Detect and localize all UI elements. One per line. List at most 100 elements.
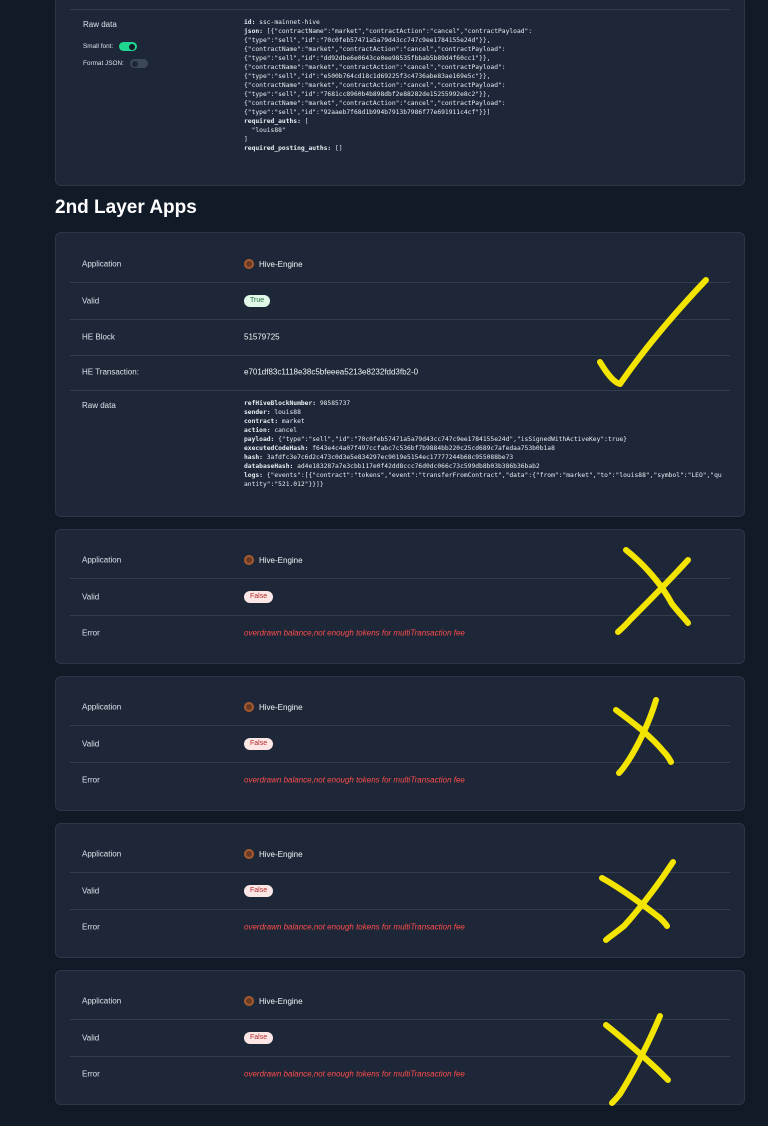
code-line: logs: {"events":[{"contract":"tokens","e… [244,471,722,480]
code-value: 98585737 [316,400,351,407]
application-value[interactable]: Hive-Engine [244,259,303,269]
error-message: overdrawn balance,not enough tokens for … [244,775,465,785]
valid-row: Valid True [70,283,730,320]
code-value: ad4e183287a7e3cbb117e0f42dd8ccc76d0dc066… [293,463,540,470]
code-key: payload: [244,436,275,443]
section-title: 2nd Layer Apps [55,197,197,218]
application-name: Hive-Engine [259,555,303,565]
valid-value: True [244,295,271,307]
valid-value: False [244,591,274,603]
layer2-app-card-valid: Application Hive-Engine Valid True HE Bl… [55,232,745,517]
code-line: antity":"521.012"}}]} [244,480,722,489]
code-value: [] [331,145,343,152]
he-block-label: HE Block [82,332,115,342]
hive-engine-logo-icon [244,259,254,269]
code-value: ] [244,136,248,143]
application-label: Application [82,849,122,859]
format-json-toggle[interactable] [129,59,148,68]
application-value[interactable]: Hive-Engine [244,996,303,1006]
code-value: {"contractName":"market","contractAction… [244,100,506,107]
he-transaction-row: HE Transaction: e701df83c1118e38c5bfeeea… [70,354,730,391]
small-font-label: Small font: [83,43,114,50]
he-block-row: HE Block 51579725 [70,319,730,356]
code-value: "louis88" [244,127,286,134]
hive-engine-logo-icon [244,849,254,859]
main-raw-data-label: Raw data [82,401,116,410]
code-key: refHiveBlockNumber: [244,400,317,407]
code-key: hash: [244,454,263,461]
code-value: {"type":"sell","id":"7681cc8960b4b898dbf… [244,91,491,98]
code-value: {"type":"sell","id":"e500b764cd18c1d6922… [244,73,491,80]
code-key: required_auths: [244,118,301,125]
error-row: Error overdrawn balance,not enough token… [70,762,730,798]
valid-row: Valid False [70,579,730,616]
error-label: Error [82,922,100,932]
error-label: Error [82,628,100,638]
error-label: Error [82,1069,100,1079]
error-message: overdrawn balance,not enough tokens for … [244,628,465,638]
code-key: logs: [244,472,263,479]
code-line: {"type":"sell","id":"92aaeb7f68d1b994b79… [244,108,532,117]
he-transaction-label: HE Transaction: [82,367,139,377]
layer2-app-card-failed: Application Hive-Engine Valid False Erro… [55,676,745,811]
code-value: [{"contractName":"market","contractActio… [262,28,533,35]
code-line: payload: {"type":"sell","id":"70c0feb574… [244,435,722,444]
hive-engine-logo-icon [244,555,254,565]
application-row: Application Hive-Engine [70,983,730,1020]
code-key: required_posting_auths: [244,145,332,152]
code-line: id: ssc-mainnet-hive [244,18,532,27]
code-value: {"contractName":"market","contractAction… [244,46,506,53]
code-value: market [278,418,305,425]
code-line: hash: 3afdfc3e7c6d2c473c0d3e5e834297ec90… [244,453,722,462]
application-value[interactable]: Hive-Engine [244,555,303,565]
small-font-row: Small font: [83,42,138,51]
code-value: {"type":"sell","id":"70c0feb57471a5a79d4… [274,436,627,443]
valid-label: Valid [82,1033,100,1043]
code-key: id: [244,19,256,26]
valid-label: Valid [82,296,100,306]
code-line: {"type":"sell","id":"70c0feb57471a5a79d4… [244,36,532,45]
small-font-toggle[interactable] [119,42,138,51]
code-line: required_auths: [ [244,117,532,126]
code-value: [ [300,118,309,125]
code-value: {"contractName":"market","contractAction… [244,82,506,89]
code-key: action: [244,427,271,434]
code-line: action: cancel [244,426,722,435]
valid-value: False [244,885,274,897]
code-line: {"contractName":"market","contractAction… [244,63,532,72]
raw-data-label: Raw data [83,20,117,29]
top-divider [70,9,730,10]
code-value: f643e4c4a07f497ccfabc7c536bf7b9884bb220c… [308,445,555,452]
code-value: louis88 [270,409,301,416]
code-line: json: [{"contractName":"market","contrac… [244,27,532,36]
code-line: {"contractName":"market","contractAction… [244,81,532,90]
hive-engine-logo-icon [244,996,254,1006]
code-line: databaseHash: ad4e183287a7e3cbb117e0f42d… [244,462,722,471]
format-json-label: Format JSON: [83,60,124,67]
error-message: overdrawn balance,not enough tokens for … [244,922,465,932]
code-value: {"type":"sell","id":"dd92dbe6e0643ce0ee9… [244,55,491,62]
code-value: ssc-mainnet-hive [255,19,320,26]
code-line: {"contractName":"market","contractAction… [244,99,532,108]
code-value: {"type":"sell","id":"70c0feb57471a5a79d4… [244,37,491,44]
invalid-badge: False [244,738,274,750]
code-line: refHiveBlockNumber: 98585737 [244,399,722,408]
code-key: sender: [244,409,271,416]
application-row: Application Hive-Engine [70,836,730,873]
code-value: antity":"521.012"}}]} [244,481,324,488]
code-line: ] [244,135,532,144]
hive-engine-logo-icon [244,702,254,712]
application-label: Application [82,259,122,269]
he-transaction-value[interactable]: e701df83c1118e38c5bfeeea5213e8232fdd3fb2… [244,368,418,377]
application-value[interactable]: Hive-Engine [244,702,303,712]
code-line: {"type":"sell","id":"dd92dbe6e0643ce0ee9… [244,54,532,63]
raw-json-block: id: ssc-mainnet-hive json: [{"contractNam… [244,18,532,153]
valid-value: False [244,1032,274,1044]
code-key: contract: [244,418,279,425]
application-value[interactable]: Hive-Engine [244,849,303,859]
code-value: cancel [270,427,298,434]
application-row: Application Hive-Engine [70,542,730,579]
application-label: Application [82,702,122,712]
invalid-badge: False [244,885,274,897]
he-block-value[interactable]: 51579725 [244,333,280,342]
